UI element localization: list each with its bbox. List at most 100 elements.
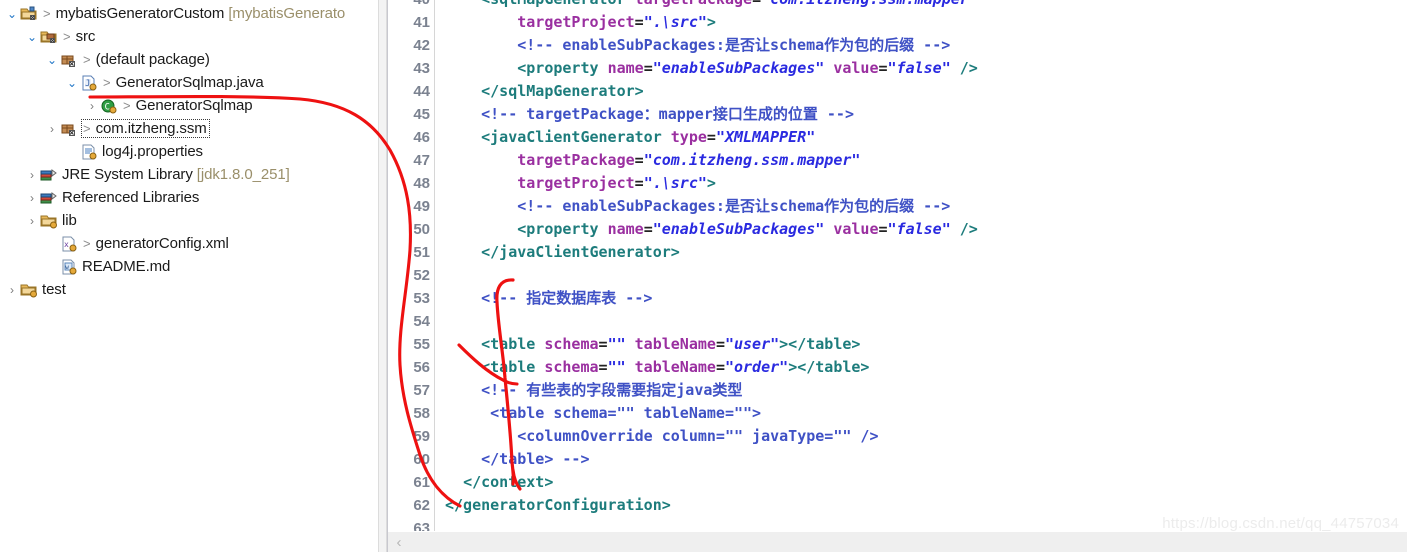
tree-item-label: Referenced Libraries: [62, 189, 200, 206]
package-explorer-tree[interactable]: ⌄ > mybatisGeneratorCustom [mybatisGenerat…: [0, 0, 378, 301]
svg-text:w: w: [65, 264, 69, 271]
line-number: 51: [413, 244, 430, 261]
code-token-val: "XMLMAPPER": [715, 128, 816, 146]
package-icon: [60, 121, 78, 137]
code-token-eq: =: [634, 13, 644, 31]
code-token-tag: <property: [517, 59, 599, 77]
tree-item-label: com.itzheng.ssm: [95, 120, 207, 137]
code-line[interactable]: <!-- targetPackage：mapper接口生成的位置 -->: [445, 103, 1407, 126]
tree-item-readme[interactable]: w README.md: [0, 255, 378, 278]
code-line[interactable]: <property name="enableSubPackages" value…: [445, 57, 1407, 80]
tree-item-comitzheng[interactable]: › > com.itzheng.ssm: [0, 117, 378, 140]
code-line[interactable]: <!-- enableSubPackages:是否让schema作为包的后缀 -…: [445, 34, 1407, 57]
code-area[interactable]: 40 41 42 43 44 45 46 47 48 49 50 51 52 53 54 55 56 57 58 59…: [388, 0, 1407, 531]
code-token-attr: schema: [544, 358, 599, 376]
code-line[interactable]: </table> -->: [445, 448, 1407, 471]
tree-item-defaultpkg[interactable]: ⌄ > (default package): [0, 48, 378, 71]
code-line[interactable]: <property name="enableSubPackages" value…: [445, 218, 1407, 241]
chevron-down-icon[interactable]: ⌄: [44, 54, 60, 66]
tree-item-jre[interactable]: › JRE System Library [jdk1.8.0_251]: [0, 163, 378, 186]
code-line[interactable]: [445, 310, 1407, 333]
line-number: 43: [413, 60, 430, 77]
code-token-eq: =: [706, 128, 716, 146]
chevron-down-icon[interactable]: ⌄: [64, 77, 80, 89]
horizontal-scrollbar[interactable]: ‹: [388, 531, 1407, 552]
code-line[interactable]: </generatorConfiguration>: [445, 494, 1407, 517]
code-line[interactable]: targetProject=".\src">: [445, 172, 1407, 195]
markdown-file-icon: w: [60, 259, 78, 275]
code-token-tag: <property: [517, 220, 599, 238]
code-token-attr: value: [833, 220, 879, 238]
xml-editor[interactable]: 40 41 42 43 44 45 46 47 48 49 50 51 52 53 54 55 56 57 58 59…: [387, 0, 1407, 552]
chevron-right-icon[interactable]: ›: [24, 192, 40, 204]
code-text[interactable]: <sqlMapGenerator targetPackage="com.itzh…: [435, 0, 1407, 531]
chevron-down-icon[interactable]: ⌄: [24, 31, 40, 43]
line-number: 40: [388, 0, 432, 11]
tree-item-genjava[interactable]: ⌄ J > GeneratorSqlmap.java: [0, 71, 378, 94]
tree-item-src[interactable]: ⌄ > src: [0, 25, 378, 48]
code-line[interactable]: <sqlMapGenerator targetPackage="com.itzh…: [445, 0, 1407, 11]
chevron-right-icon[interactable]: ›: [24, 215, 40, 227]
chevron-right-icon[interactable]: ›: [44, 123, 60, 135]
code-line[interactable]: [445, 264, 1407, 287]
code-line[interactable]: <javaClientGenerator type="XMLMAPPER": [445, 126, 1407, 149]
code-line[interactable]: </context>: [445, 471, 1407, 494]
tree-item-project[interactable]: ⌄ > mybatisGeneratorCustom [mybatisGenerat…: [0, 2, 378, 25]
code-line[interactable]: <columnOverride column="" javaType="" />: [445, 425, 1407, 448]
tree-item-label-box: JRE System Library [jdk1.8.0_251]: [62, 166, 290, 183]
code-token-tag: ></table>: [779, 335, 861, 353]
code-line[interactable]: targetProject=".\src">: [445, 11, 1407, 34]
line-number: 58: [413, 405, 430, 422]
tree-item-label-box: README.md: [82, 258, 170, 275]
code-line[interactable]: </sqlMapGenerator>: [445, 80, 1407, 103]
line-number: 62: [413, 497, 430, 514]
code-token-eq: =: [715, 358, 725, 376]
line-number: 54: [413, 313, 430, 330]
tree-item-genconfig[interactable]: x > generatorConfig.xml: [0, 232, 378, 255]
code-token-eq: =: [643, 220, 653, 238]
chevron-down-icon[interactable]: ⌄: [4, 8, 20, 20]
chevron-right-icon[interactable]: ›: [4, 284, 20, 296]
chevron-right-icon[interactable]: ›: [24, 169, 40, 181]
code-line[interactable]: targetPackage="com.itzheng.ssm.mapper": [445, 149, 1407, 172]
tree-item-reflibs[interactable]: › Referenced Libraries: [0, 186, 378, 209]
line-number: 41: [413, 14, 430, 31]
code-line[interactable]: <!-- enableSubPackages:是否让schema作为包的后缀 -…: [445, 195, 1407, 218]
tree-item-label: README.md: [82, 258, 171, 275]
code-token-tag: <table: [481, 335, 536, 353]
line-number: 55: [413, 336, 430, 353]
tree-item-label-box: > mybatisGeneratorCustom [mybatisGenerato: [42, 5, 345, 22]
line-number: 59: [413, 428, 430, 445]
properties-file-icon: [80, 144, 98, 160]
java-file-icon: J: [80, 75, 98, 91]
line-number: 47: [413, 152, 430, 169]
source-folder-icon: [40, 29, 58, 45]
tree-item-arrow-icon: >: [123, 98, 131, 113]
code-line[interactable]: <!-- 指定数据库表 -->: [445, 287, 1407, 310]
chevron-right-icon[interactable]: ›: [84, 100, 100, 112]
code-token-val: "": [607, 358, 626, 376]
panel-divider[interactable]: [378, 0, 387, 552]
package-explorer-panel[interactable]: ⌄ > mybatisGeneratorCustom [mybatisGenerat…: [0, 0, 378, 552]
code-line[interactable]: </javaClientGenerator>: [445, 241, 1407, 264]
code-line[interactable]: <table schema="" tableName="user"></tabl…: [445, 333, 1407, 356]
tree-item-arrow-icon: >: [83, 236, 91, 251]
scroll-left-arrow-icon[interactable]: ‹: [388, 534, 410, 551]
tree-item-label-box: log4j.properties: [102, 143, 203, 160]
tree-item-test[interactable]: › test: [0, 278, 378, 301]
tree-item-arrow-icon: >: [43, 6, 51, 21]
code-line[interactable]: <table schema="" tableName="order"></tab…: [445, 356, 1407, 379]
code-token-tag: >: [706, 174, 716, 192]
code-token-comment: <!-- 指定数据库表 -->: [481, 289, 653, 307]
code-line[interactable]: <!-- 有些表的字段需要指定java类型: [445, 379, 1407, 402]
code-line[interactable]: <table schema="" tableName="">: [445, 402, 1407, 425]
tree-item-genclass[interactable]: › C > GeneratorSqlmap: [0, 94, 378, 117]
tree-item-lib[interactable]: › lib: [0, 209, 378, 232]
tree-item-log4j[interactable]: log4j.properties: [0, 140, 378, 163]
